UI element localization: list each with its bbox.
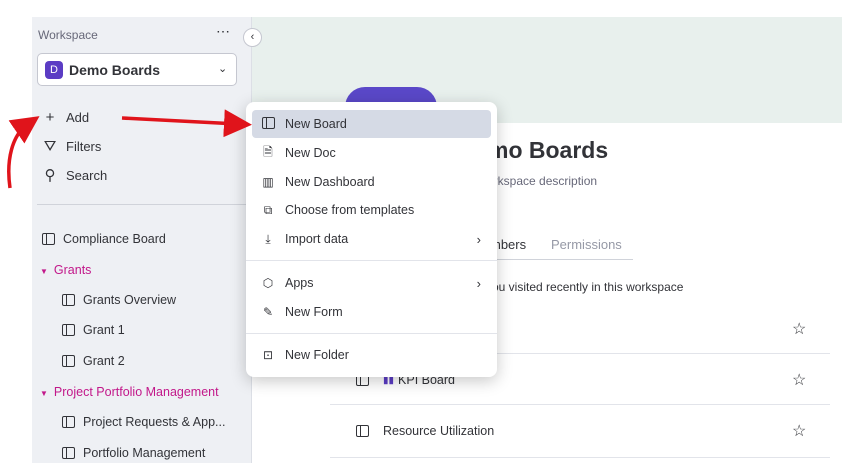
annotation-arrows [7, 109, 252, 189]
arrow-curve-to-add [7, 116, 40, 189]
arrow-to-new-board [121, 109, 252, 138]
